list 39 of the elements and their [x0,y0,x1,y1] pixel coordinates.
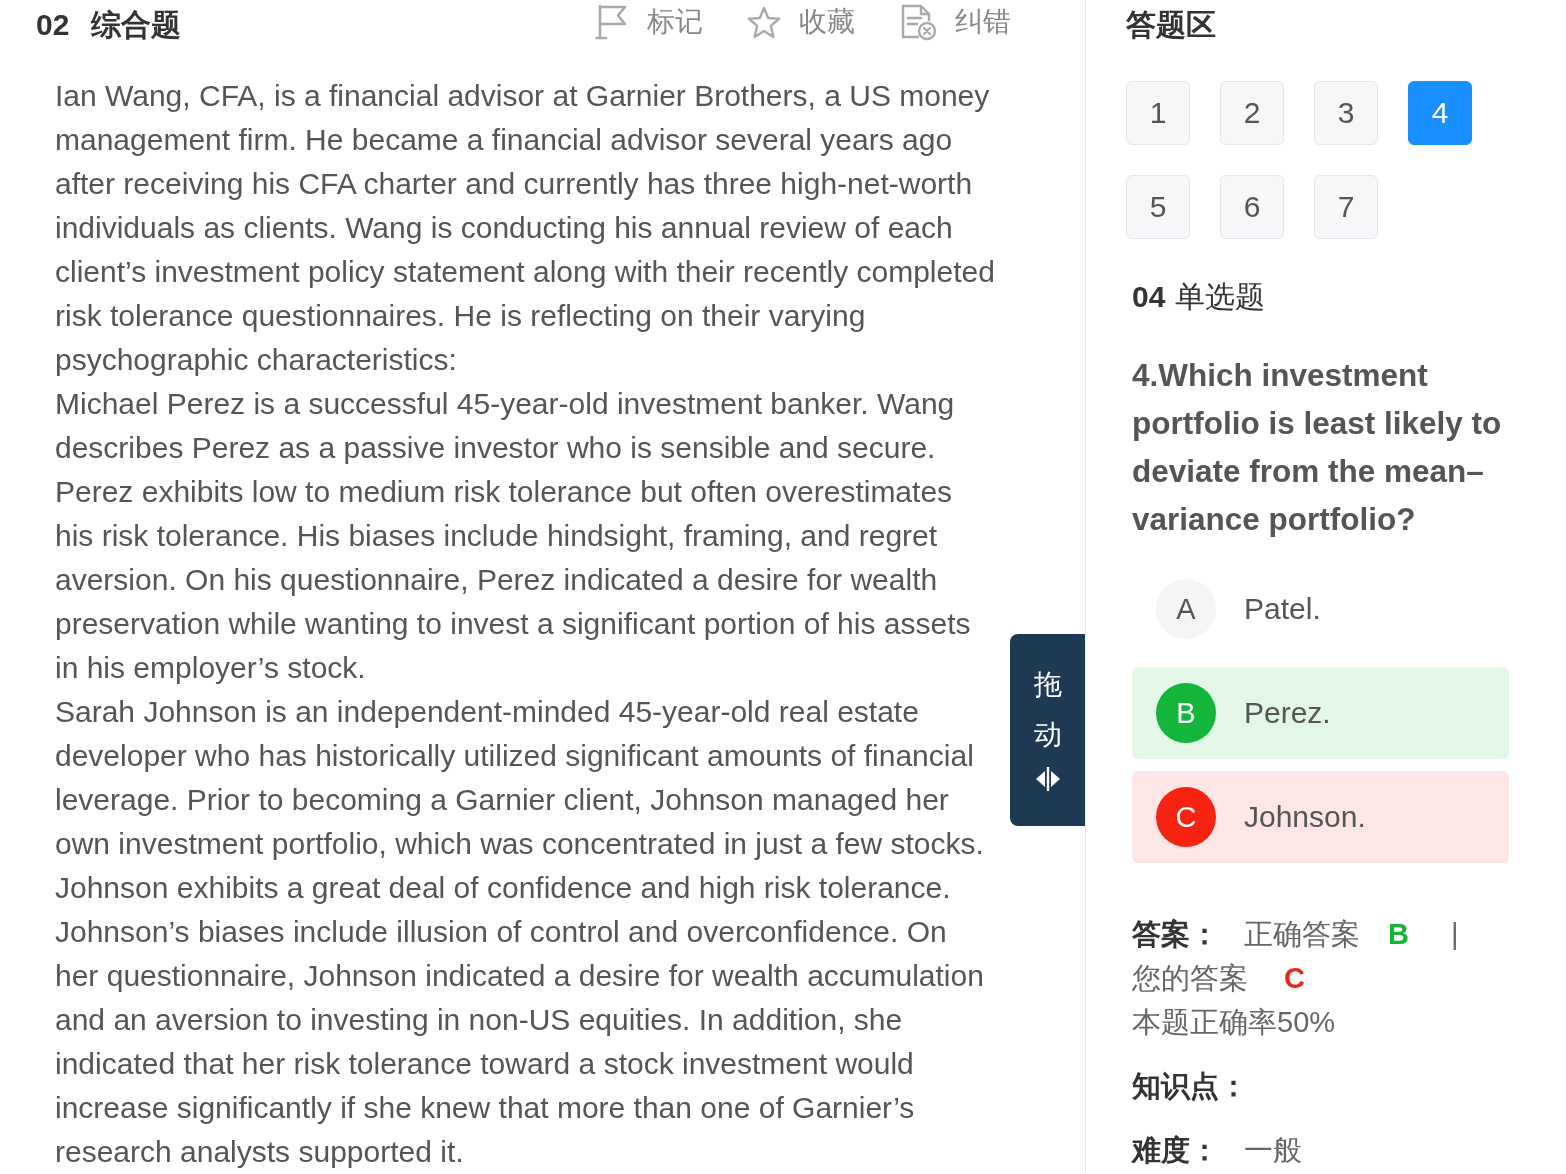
question-type-text: 综合题 [91,7,182,43]
answer-option[interactable]: A Patel. [1132,563,1509,655]
question-number-button[interactable]: 5 [1126,175,1190,239]
question-number-button[interactable]: 2 [1220,81,1284,145]
flag-icon [595,4,629,40]
resize-arrows-icon [1034,766,1061,792]
favorite-button[interactable]: 收藏 [747,2,855,42]
knowledge-point-label: 知识点： [1132,1069,1248,1104]
question-number-button[interactable]: 6 [1220,175,1284,239]
answer-area-title: 答题区 [1126,7,1216,43]
question-number-button[interactable]: 7 [1314,175,1378,239]
answer-option[interactable]: C Johnson. [1132,771,1509,863]
answer-label: 答案： [1132,917,1220,952]
difficulty-value: 一般 [1244,1134,1302,1166]
question-type-text: 单选题 [1175,279,1266,315]
drag-handle[interactable]: 拖动 [1010,634,1085,826]
question-number-text: 02 [36,7,70,43]
correct-answer-label: 正确答案 [1244,918,1360,950]
option-letter: C [1156,787,1216,847]
option-letter: B [1156,683,1216,743]
mark-button[interactable]: 标记 [595,2,703,42]
passage-paragraph: Sarah Johnson is an independent-minded 45-year-old real estate developer who has historically utilized significant amounts of financial leverage. Prior to becoming a Garnier client, Johnson managed her own investment portfolio, which was concentrated in just a few stocks. Johnson exhibits a great deal of confidence and high risk tolerance. Johnson’s biases include illusion of control and overconfidence. On her questionnaire, Johnson indicated a desire for wealth accumulation and an aversion to investing in non-US equities. In addition, she indicated that her risk tolerance toward a stock investment would increase significantly if she knew that more than one of Garnier’s research analysts supported it. [55,694,985,1170]
separator-text: | [1451,918,1459,950]
answer-option[interactable]: B Perez. [1132,667,1509,759]
your-answer-label: 您的答案 [1132,962,1248,994]
your-answer-value: C [1284,962,1305,994]
question-number-button[interactable]: 1 [1126,81,1190,145]
passage-paragraph: Michael Perez is a successful 45-year-old investment banker. Wang describes Perez as a passive investor who is sensible and secure. Perez exhibits low to medium risk tolerance but often overestimates his risk tolerance. His biases include hindsight, framing, and regret aversion. On his questionnaire, Perez indicated a desire for wealth preservation while wanting to invest a significant portion of his assets in his employer’s stock. [55,386,972,686]
passage-paragraph: Ian Wang, CFA, is a financial advisor at Garnier Brothers, a US money management firm. He became a financial advisor several years ago after receiving his CFA charter and currently has three high-net-worth individuals as clients. Wang is conducting his annual review of each client’s investment policy statement along with their recently completed risk tolerance questionnaires. He is reflecting on their varying psychographic characteristics: [55,78,996,378]
star-icon [747,5,781,39]
accuracy-text: 本题正确率50% [1132,1005,1336,1040]
question-number-button[interactable]: 3 [1314,81,1378,145]
question-text: 4.Which investment portfolio is least likely to deviate from the mean–variance portfolio? [1132,356,1503,539]
correct-answer-value: B [1388,918,1409,950]
option-letter: A [1156,579,1216,639]
document-error-icon [899,3,937,41]
question-number-text: 04 [1132,279,1166,315]
report-error-button[interactable]: 纠错 [899,2,1011,42]
difficulty-label: 难度： [1132,1133,1220,1168]
